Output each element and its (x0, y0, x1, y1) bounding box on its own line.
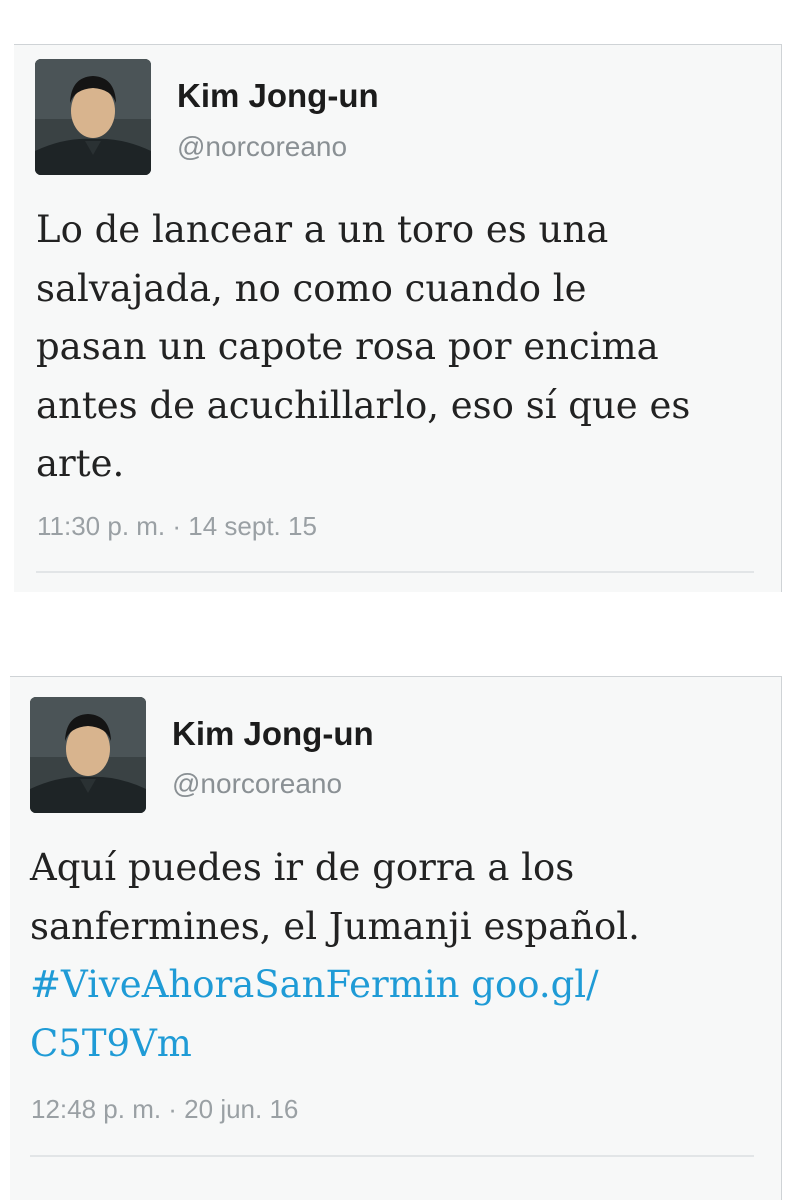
tweet-text: Lo de lancear a un toro es una salvajada… (36, 201, 766, 494)
tweet-text-line: #ViveAhoraSanFermin goo.gl/ (30, 956, 770, 1015)
portrait-avatar-icon (30, 697, 146, 813)
divider (36, 571, 754, 573)
tweet-text-line: salvajada, no como cuando le (36, 266, 587, 310)
tweet-card: Kim Jong-un @norcoreano Lo de lancear a … (14, 44, 782, 592)
avatar[interactable] (30, 697, 146, 813)
tweet-timestamp[interactable]: 11:30 p. m. · 14 sept. 15 (37, 511, 317, 542)
url-link[interactable]: C5T9Vm (30, 1022, 192, 1065)
tweet-card: Kim Jong-un @norcoreano Aquí puedes ir d… (10, 676, 782, 1200)
author-handle[interactable]: @norcoreano (172, 768, 342, 800)
hashtag-link[interactable]: #ViveAhoraSanFermin (30, 963, 460, 1006)
portrait-avatar-icon (35, 59, 151, 175)
tweet-text-line: sanfermines, el Jumanji español. (30, 904, 640, 948)
author-name[interactable]: Kim Jong-un (177, 77, 379, 115)
tweet-text-line: Lo de lancear a un toro es una (36, 208, 609, 251)
tweet-text-line: arte. (36, 442, 125, 485)
tweet-text-line: pasan un capote rosa por encima (36, 325, 659, 368)
tweet-text-line: antes de acuchillarlo, eso sí que es (36, 383, 691, 427)
avatar[interactable] (35, 59, 151, 175)
author-name[interactable]: Kim Jong-un (172, 715, 374, 753)
divider (30, 1155, 754, 1157)
tweet-text: Aquí puedes ir de gorra a los sanfermine… (30, 839, 770, 1073)
tweet-text-line: Aquí puedes ir de gorra a los (30, 846, 575, 889)
url-link[interactable]: goo.gl/ (471, 963, 598, 1006)
tweet-timestamp[interactable]: 12:48 p. m. · 20 jun. 16 (31, 1094, 298, 1125)
author-handle[interactable]: @norcoreano (177, 131, 347, 163)
tweet-text-line: C5T9Vm (30, 1015, 770, 1074)
